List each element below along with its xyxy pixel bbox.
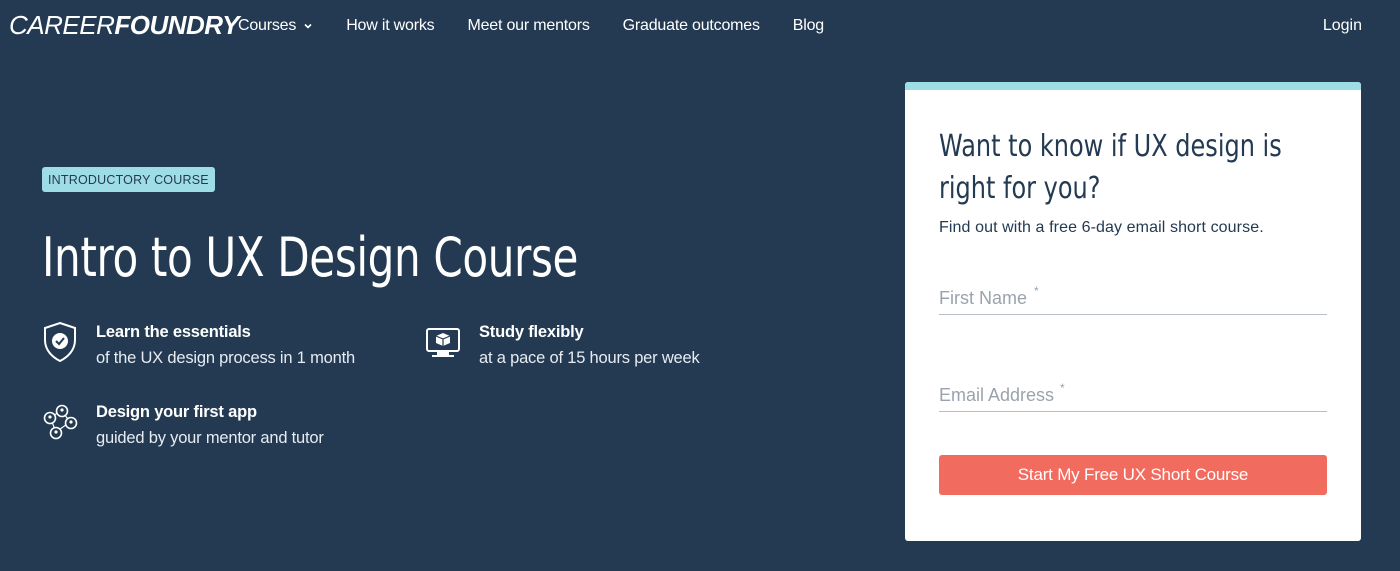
- email-field-wrapper: *: [939, 381, 1327, 412]
- chevron-down-icon: [304, 23, 312, 29]
- page-title: Intro to UX Design Course: [42, 226, 579, 289]
- signup-form-card: Want to know if UX design is right for y…: [905, 82, 1361, 541]
- nav-item-blog[interactable]: Blog: [793, 17, 824, 35]
- feature-heading: Study flexibly: [479, 323, 584, 341]
- first-name-input[interactable]: [939, 288, 1327, 309]
- nav-item-meet-our-mentors[interactable]: Meet our mentors: [467, 17, 589, 35]
- start-short-course-button[interactable]: Start My Free UX Short Course: [939, 455, 1327, 495]
- email-input[interactable]: [939, 385, 1327, 406]
- form-subtitle: Find out with a free 6-day email short c…: [939, 219, 1264, 236]
- course-level-badge: INTRODUCTORY COURSE: [42, 167, 215, 192]
- shield-check-icon: [44, 321, 76, 363]
- monitor-box-icon: [426, 328, 460, 357]
- required-asterisk: *: [1060, 381, 1065, 395]
- feature-description: of the UX design process in 1 month: [96, 349, 355, 367]
- required-asterisk: *: [1034, 284, 1039, 298]
- feature-design-first-app: Design your first app guided by your men…: [42, 400, 324, 452]
- nav-item-graduate-outcomes[interactable]: Graduate outcomes: [623, 17, 760, 35]
- logo-text-bold: FOUNDRY: [114, 10, 239, 40]
- feature-heading: Design your first app: [96, 403, 257, 421]
- feature-learn-essentials: Learn the essentials of the UX design pr…: [42, 320, 355, 372]
- feature-description: at a pace of 15 hours per week: [479, 349, 700, 367]
- nav-item-label: Courses: [238, 17, 297, 34]
- top-navigation: CAREERFOUNDRY Courses How it works Meet …: [0, 0, 1400, 56]
- first-name-field-wrapper: *: [939, 284, 1327, 315]
- login-link[interactable]: Login: [1323, 17, 1362, 35]
- feature-description: guided by your mentor and tutor: [96, 429, 324, 447]
- feature-heading: Learn the essentials: [96, 323, 251, 341]
- card-accent-bar: [905, 82, 1361, 90]
- nav-item-courses[interactable]: Courses: [238, 17, 313, 35]
- form-title: Want to know if UX design is right for y…: [939, 129, 1282, 206]
- careerfoundry-logo[interactable]: CAREERFOUNDRY: [9, 8, 239, 42]
- people-network-icon: [43, 404, 78, 440]
- feature-study-flexibly: Study flexibly at a pace of 15 hours per…: [425, 320, 700, 372]
- nav-item-how-it-works[interactable]: How it works: [346, 17, 434, 35]
- nav-menu: Courses How it works Meet our mentors Gr…: [238, 17, 857, 35]
- logo-text-light: CAREER: [9, 10, 115, 40]
